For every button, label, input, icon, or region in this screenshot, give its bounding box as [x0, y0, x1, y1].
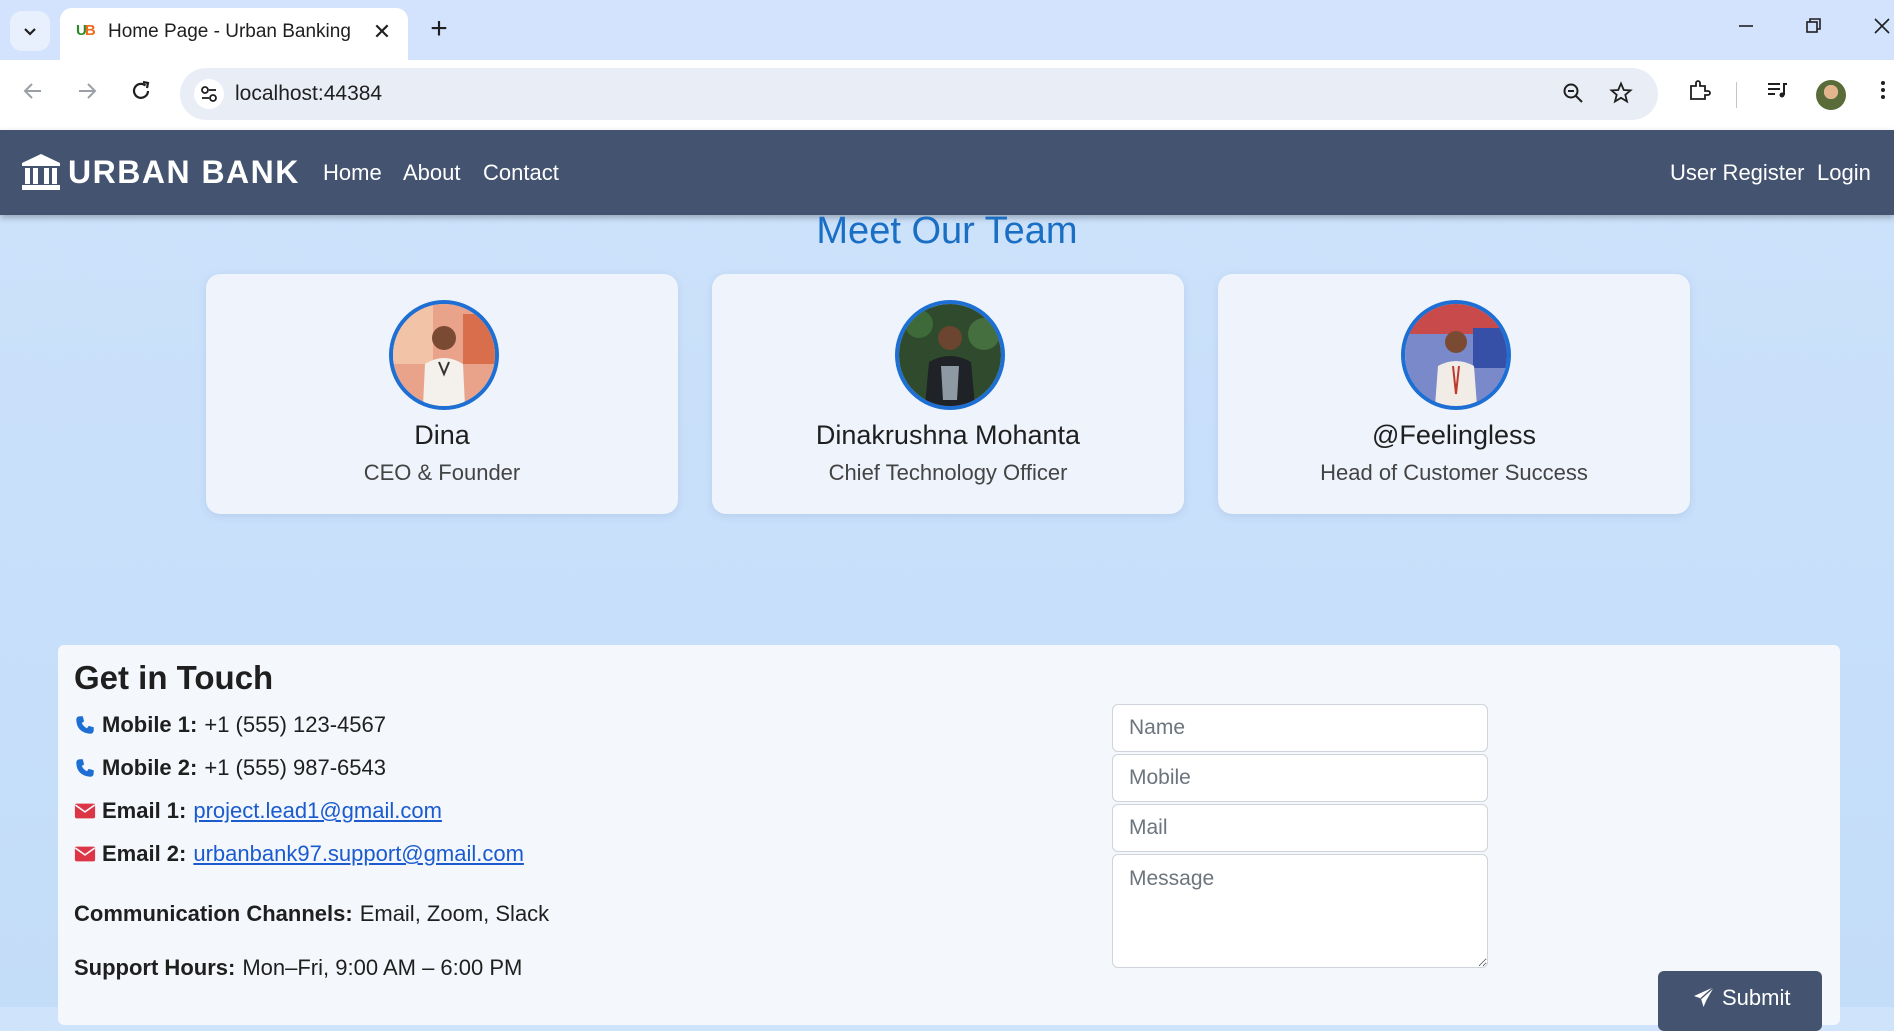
mobile-input[interactable]	[1112, 754, 1488, 802]
team-member-name: @Feelingless	[1372, 420, 1536, 450]
url-text[interactable]: localhost:44384	[235, 82, 382, 106]
restore-icon[interactable]	[1794, 14, 1834, 44]
envelope-icon	[74, 846, 96, 862]
site-navbar: URBAN BANK Home About Contact User Regis…	[0, 130, 1894, 215]
favicon-letter-u: U	[76, 22, 87, 39]
tab-title: Home Page - Urban Banking	[108, 21, 351, 42]
brand-logo[interactable]: URBAN BANK	[20, 152, 300, 192]
browser-menu-icon[interactable]	[1866, 78, 1894, 112]
paper-plane-icon	[1694, 986, 1715, 1007]
email-1-line: Email 1: project.lead1@gmail.com	[74, 798, 442, 824]
window-close-icon[interactable]	[1862, 14, 1894, 44]
favicon-letter-b: B	[84, 22, 96, 39]
nav-contact-link[interactable]: Contact	[483, 160, 559, 186]
zoom-icon[interactable]	[1560, 81, 1586, 107]
nav-user-register-link[interactable]: User Register	[1670, 160, 1804, 186]
submit-button[interactable]: Submit	[1658, 971, 1822, 1031]
team-card: @Feelingless Head of Customer Success	[1218, 274, 1690, 514]
tab-close-icon[interactable]: ✕	[368, 18, 396, 46]
communication-channels-line: Communication Channels: Email, Zoom, Sla…	[74, 901, 549, 927]
nav-home-link[interactable]: Home	[323, 160, 382, 186]
communication-channels-value: Email, Zoom, Slack	[359, 901, 550, 926]
team-card: Dinakrushna Mohanta Chief Technology Off…	[712, 274, 1184, 514]
support-hours-label: Support Hours:	[74, 955, 236, 980]
chevron-down-icon	[24, 28, 36, 36]
mobile-2-line: Mobile 2: +1 (555) 987-6543	[74, 755, 386, 781]
email-1-label: Email 1:	[102, 798, 187, 823]
brand-name: URBAN BANK	[68, 153, 300, 190]
reload-icon[interactable]	[124, 78, 158, 112]
team-card: Dina CEO & Founder	[206, 274, 678, 514]
forward-arrow-icon[interactable]	[70, 78, 104, 112]
team-member-photo	[1401, 300, 1511, 410]
team-member-role: Chief Technology Officer	[828, 460, 1068, 485]
envelope-icon	[74, 803, 96, 819]
minimize-icon[interactable]	[1726, 14, 1766, 44]
email-2-line: Email 2: urbanbank97.support@gmail.com	[74, 841, 524, 867]
back-arrow-icon[interactable]	[16, 78, 50, 112]
team-member-photo	[895, 300, 1005, 410]
message-textarea[interactable]	[1112, 854, 1488, 968]
email-2-label: Email 2:	[102, 841, 187, 866]
mail-input[interactable]	[1112, 804, 1488, 852]
team-section-title: Meet Our Team	[816, 210, 1078, 252]
mobile-1-label: Mobile 1:	[102, 712, 198, 737]
phone-icon	[76, 716, 94, 734]
communication-channels-label: Communication Channels:	[74, 901, 353, 926]
browser-tab-strip: UB Home Page - Urban Banking ✕ +	[0, 0, 1894, 60]
mobile-2-label: Mobile 2:	[102, 755, 198, 780]
team-member-role: Head of Customer Success	[1320, 460, 1588, 485]
team-member-name: Dina	[414, 420, 470, 450]
mobile-1-line: Mobile 1: +1 (555) 123-4567	[74, 712, 386, 738]
bank-building-icon	[22, 154, 60, 190]
profile-avatar[interactable]	[1816, 80, 1846, 110]
browser-toolbar: localhost:44384	[0, 60, 1894, 130]
browser-tab-active[interactable]: UB Home Page - Urban Banking ✕	[60, 8, 408, 60]
toolbar-divider	[1736, 82, 1737, 108]
address-bar[interactable]: localhost:44384	[180, 68, 1658, 120]
nav-about-link[interactable]: About	[403, 160, 461, 186]
bookmark-star-icon[interactable]	[1608, 81, 1634, 107]
team-member-photo	[389, 300, 499, 410]
phone-icon	[76, 759, 94, 777]
extensions-puzzle-icon[interactable]	[1682, 78, 1716, 112]
support-hours-line: Support Hours: Mon–Fri, 9:00 AM – 6:00 P…	[74, 955, 522, 981]
team-member-role: CEO & Founder	[363, 460, 521, 485]
site-info-icon[interactable]	[194, 79, 224, 109]
tab-search-button[interactable]	[10, 11, 50, 51]
new-tab-button[interactable]: +	[424, 14, 454, 44]
submit-label: Submit	[1722, 985, 1791, 1010]
contact-section: Get in Touch Mobile 1: +1 (555) 123-4567…	[58, 645, 1840, 1031]
urban-bank-favicon-icon: UB	[76, 22, 96, 42]
contact-title: Get in Touch	[74, 659, 274, 696]
mobile-1-value: +1 (555) 123-4567	[204, 712, 386, 737]
nav-login-link[interactable]: Login	[1817, 160, 1871, 186]
support-hours-value: Mon–Fri, 9:00 AM – 6:00 PM	[242, 955, 523, 980]
email-1-link[interactable]: project.lead1@gmail.com	[193, 798, 442, 824]
mobile-2-value: +1 (555) 987-6543	[204, 755, 386, 780]
team-member-name: Dinakrushna Mohanta	[815, 420, 1081, 450]
media-playlist-icon[interactable]	[1760, 78, 1794, 112]
name-input[interactable]	[1112, 704, 1488, 752]
email-2-link[interactable]: urbanbank97.support@gmail.com	[193, 841, 524, 867]
